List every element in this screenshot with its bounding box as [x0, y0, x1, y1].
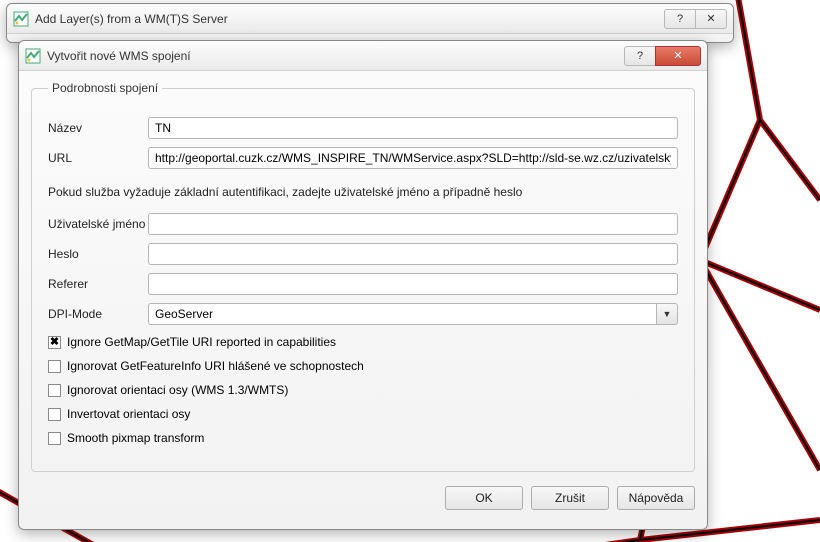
- referer-input[interactable]: [148, 273, 678, 295]
- dpi-selected-value: GeoServer: [148, 303, 656, 325]
- dpi-label: DPI-Mode: [48, 307, 148, 321]
- parent-window-title: Add Layer(s) from a WM(T)S Server: [35, 12, 665, 26]
- checkbox-icon[interactable]: [48, 408, 61, 421]
- check-label: Ignorovat orientaci osy (WMS 1.3/WMTS): [67, 383, 288, 397]
- connection-details-group: Podrobnosti spojení Název URL Pokud služ…: [31, 81, 695, 472]
- check-ignore-getmap[interactable]: ✖ Ignore GetMap/GetTile URI reported in …: [48, 335, 678, 349]
- chevron-down-icon[interactable]: ▼: [656, 303, 678, 325]
- check-label: Smooth pixmap transform: [67, 431, 204, 445]
- name-label: Název: [48, 121, 148, 135]
- check-ignore-gfi[interactable]: Ignorovat GetFeatureInfo URI hlášené ve …: [48, 359, 678, 373]
- dialog-close-button[interactable]: ✕: [655, 46, 701, 66]
- wms-connection-dialog: Vytvořit nové WMS spojení ? ✕ Podrobnost…: [18, 40, 708, 530]
- row-dpi-mode: DPI-Mode GeoServer ▼: [48, 303, 678, 325]
- check-label: Ignorovat GetFeatureInfo URI hlášené ve …: [67, 359, 364, 373]
- url-input[interactable]: [148, 147, 678, 169]
- dialog-title: Vytvořit nové WMS spojení: [47, 49, 625, 63]
- checkbox-icon[interactable]: [48, 432, 61, 445]
- dpi-select[interactable]: GeoServer ▼: [148, 303, 678, 325]
- row-password: Heslo: [48, 243, 678, 265]
- app-icon: [13, 11, 29, 27]
- row-name: Název: [48, 117, 678, 139]
- dialog-buttons: OK Zrušit Nápověda: [31, 486, 695, 510]
- password-label: Heslo: [48, 247, 148, 261]
- help-button[interactable]: Nápověda: [617, 486, 695, 510]
- check-invert-axis[interactable]: Invertovat orientaci osy: [48, 407, 678, 421]
- parent-close-button[interactable]: ✕: [695, 9, 727, 29]
- checkbox-icon[interactable]: [48, 360, 61, 373]
- password-input[interactable]: [148, 243, 678, 265]
- url-label: URL: [48, 151, 148, 165]
- ok-button[interactable]: OK: [445, 486, 523, 510]
- row-referer: Referer: [48, 273, 678, 295]
- username-label: Uživatelské jméno: [48, 217, 148, 231]
- parent-titlebar[interactable]: Add Layer(s) from a WM(T)S Server ? ✕: [7, 4, 733, 34]
- parent-window-buttons: ? ✕: [665, 9, 727, 29]
- dialog-help-button[interactable]: ?: [624, 46, 656, 66]
- dialog-titlebar[interactable]: Vytvořit nové WMS spojení ? ✕: [19, 41, 707, 71]
- check-label: Ignore GetMap/GetTile URI reported in ca…: [67, 335, 336, 349]
- group-legend: Podrobnosti spojení: [48, 81, 162, 95]
- parent-help-button[interactable]: ?: [664, 9, 696, 29]
- dialog-client: Podrobnosti spojení Název URL Pokud služ…: [19, 71, 707, 522]
- check-label: Invertovat orientaci osy: [67, 407, 190, 421]
- cancel-button[interactable]: Zrušit: [531, 486, 609, 510]
- row-url: URL: [48, 147, 678, 169]
- username-input[interactable]: [148, 213, 678, 235]
- parent-window: Add Layer(s) from a WM(T)S Server ? ✕: [6, 3, 734, 43]
- referer-label: Referer: [48, 277, 148, 291]
- check-ignore-axis[interactable]: Ignorovat orientaci osy (WMS 1.3/WMTS): [48, 383, 678, 397]
- app-icon: [25, 48, 41, 64]
- row-username: Uživatelské jméno: [48, 213, 678, 235]
- checkbox-icon[interactable]: ✖: [48, 336, 61, 349]
- check-smooth-pixmap[interactable]: Smooth pixmap transform: [48, 431, 678, 445]
- dialog-window-buttons: ? ✕: [625, 46, 701, 66]
- checkbox-icon[interactable]: [48, 384, 61, 397]
- name-input[interactable]: [148, 117, 678, 139]
- auth-hint: Pokud služba vyžaduje základní autentifi…: [48, 185, 678, 199]
